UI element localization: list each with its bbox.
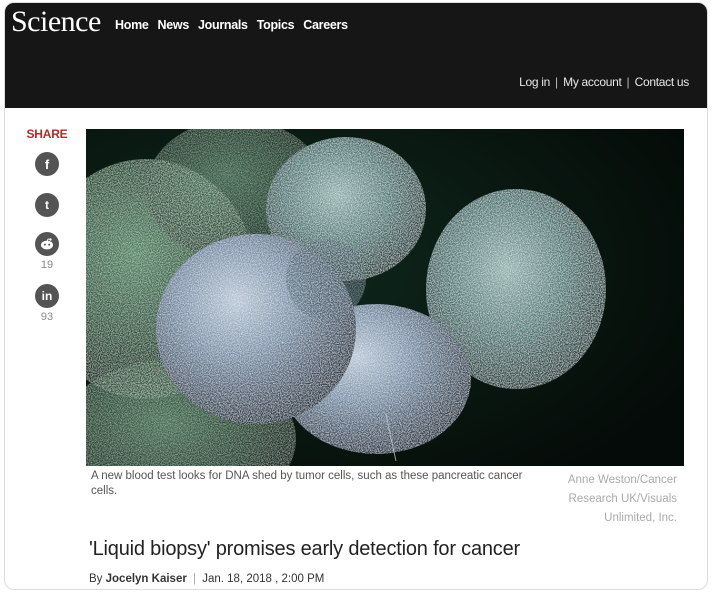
nav-home[interactable]: Home: [115, 18, 149, 32]
contact-us-link[interactable]: Contact us: [635, 75, 690, 89]
publish-date: Jan. 18, 2018 , 2:00 PM: [202, 573, 325, 585]
separator: |: [626, 75, 630, 89]
byline-prefix: By: [89, 573, 103, 585]
account-links: Log in | My account | Contact us: [519, 75, 689, 89]
nav-topics[interactable]: Topics: [257, 18, 295, 32]
hero-image: [86, 129, 684, 466]
my-account-link[interactable]: My account: [563, 75, 622, 89]
author-name[interactable]: Jocelyn Kaiser: [106, 573, 187, 585]
share-sidebar: SHARE f t 19 in 93: [23, 127, 71, 323]
site-header: Science Home News Journals Topics Career…: [5, 3, 707, 108]
image-credit: Anne Weston/Cancer Research UK/Visuals U…: [567, 474, 677, 524]
login-link[interactable]: Log in: [519, 75, 550, 89]
science-logo[interactable]: Science: [11, 5, 101, 39]
twitter-icon[interactable]: t: [35, 193, 59, 217]
nav-careers[interactable]: Careers: [303, 18, 348, 32]
linkedin-count: 93: [40, 311, 54, 323]
image-caption: A new blood test looks for DNA shed by t…: [91, 470, 523, 497]
page-frame: Science Home News Journals Topics Career…: [4, 2, 708, 590]
byline: By Jocelyn Kaiser | Jan. 18, 2018 , 2:00…: [89, 573, 324, 585]
share-title: SHARE: [26, 127, 68, 141]
nav-news[interactable]: News: [158, 18, 190, 32]
reddit-count: 19: [40, 259, 54, 271]
article-headline: 'Liquid biopsy' promises early detection…: [89, 538, 520, 560]
reddit-icon[interactable]: [35, 232, 59, 256]
separator: |: [555, 75, 559, 89]
byline-separator: |: [193, 573, 197, 585]
linkedin-icon[interactable]: in: [35, 284, 59, 308]
nav-journals[interactable]: Journals: [198, 18, 248, 32]
facebook-icon[interactable]: f: [35, 152, 59, 176]
main-nav: Home News Journals Topics Careers: [115, 18, 348, 32]
